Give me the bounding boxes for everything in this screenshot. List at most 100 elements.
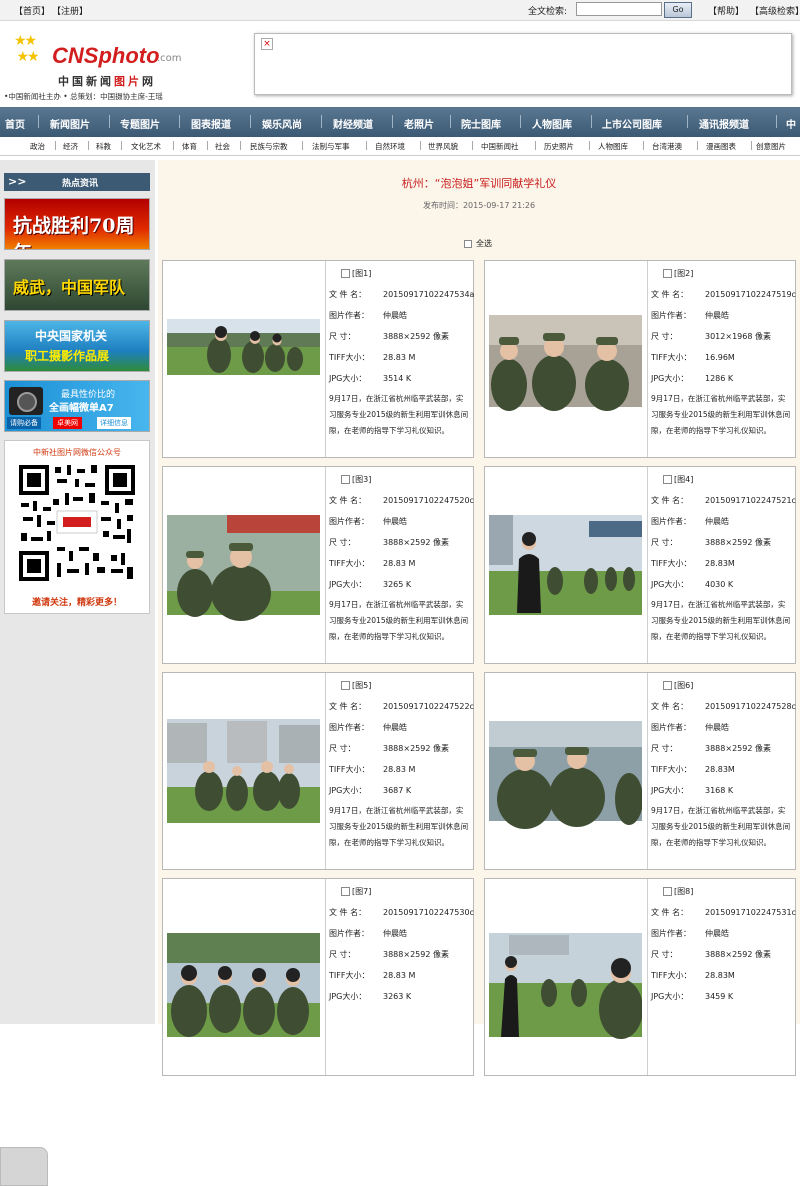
category-world[interactable]: 世界风貌: [428, 141, 458, 152]
ad-anti-war-victory[interactable]: 抗战胜利70周年: [4, 198, 150, 250]
photo-thumbnail[interactable]: [489, 275, 642, 440]
nav-item-special-photos[interactable]: 专题图片: [120, 116, 160, 131]
category-ethnic-religion[interactable]: 民族与宗教: [250, 141, 288, 152]
photo-dimensions: 3888×2592 像素: [383, 332, 449, 341]
floating-tab[interactable]: [0, 1147, 48, 1186]
tagline: •中国新闻社主办 • 总策划：中国摄协主席-王瑶: [4, 92, 163, 101]
category-history[interactable]: 历史照片: [544, 141, 574, 152]
photo-author: 仲晨皓: [383, 311, 407, 320]
photo-jpg-size: 3168 K: [705, 786, 734, 795]
photo-card: [图1] 文 件 名： 20150917102247534a 图片作者： 仲晨皓 尺…: [162, 260, 474, 458]
category-comics-charts[interactable]: 漫画图表: [706, 141, 736, 152]
photo-card: [图7] 文 件 名： 20150917102247530c 图片作者： 仲晨皓 尺…: [162, 878, 474, 1076]
home-link[interactable]: 【首页】: [14, 4, 50, 17]
photo-jpg-size: 1286 K: [705, 374, 734, 383]
category-culture-art[interactable]: 文化艺术: [131, 141, 161, 152]
photo-jpg-size: 3514 K: [383, 374, 412, 383]
photo-checkbox[interactable]: [341, 269, 350, 278]
category-law-military[interactable]: 法制与军事: [312, 141, 350, 152]
nav-divider: [776, 115, 777, 128]
photo-description: 9月17日，在浙江省杭州临平武装部，实习服务专业2015级的新生利用军训休息间隙…: [329, 600, 469, 641]
category-people[interactable]: 人物图库: [598, 141, 628, 152]
category-divider: [55, 141, 56, 150]
advanced-search-link[interactable]: 【高级检索】: [750, 4, 800, 17]
photo-checkbox[interactable]: [341, 887, 350, 896]
category-divider: [472, 141, 473, 150]
nav-divider: [450, 115, 451, 128]
category-nature[interactable]: 自然环境: [375, 141, 405, 152]
photo-description: 9月17日，在浙江省杭州临平武装部，实习服务专业2015级的新生利用军训休息间隙…: [651, 394, 791, 435]
category-creative[interactable]: 创意图片: [756, 141, 786, 152]
photo-checkbox[interactable]: [341, 681, 350, 690]
ad-details-button[interactable]: 详细信息: [97, 417, 131, 429]
category-divider: [302, 141, 303, 150]
select-all[interactable]: 全选: [464, 238, 492, 249]
nav-divider: [109, 115, 110, 128]
photo-card: [图3] 文 件 名： 20150917102247520c 图片作者： 仲晨皓 尺…: [162, 466, 474, 664]
photo-dimensions: 3012×1968 像素: [705, 332, 771, 341]
photo-checkbox[interactable]: [663, 475, 672, 484]
photo-thumbnail[interactable]: [489, 687, 642, 852]
photo-card: [图5] 文 件 名： 20150917102247522c 图片作者： 仲晨皓 尺…: [162, 672, 474, 870]
card-divider: [325, 261, 326, 457]
site-logo[interactable]: ★★ ★★ CNSphoto .com 中国新闻图片网: [14, 31, 214, 93]
nav-item-academicians[interactable]: 院士图库: [461, 116, 501, 131]
nav-item-more[interactable]: 中: [786, 116, 796, 131]
select-all-checkbox[interactable]: [464, 239, 472, 248]
photo-thumbnail[interactable]: [489, 481, 642, 646]
photo-info: [图3] 文 件 名： 20150917102247520c 图片作者： 仲晨皓 尺…: [329, 469, 474, 645]
photo-thumbnail[interactable]: [167, 893, 320, 1058]
ad-photo-exhibition[interactable]: 中央国家机关 职工摄影作品展: [4, 320, 150, 372]
ad-china-military[interactable]: 威武，中国军队: [4, 259, 150, 311]
category-cns[interactable]: 中国新闻社: [481, 141, 519, 152]
go-button[interactable]: Go: [664, 2, 692, 18]
photo-number[interactable]: [图5]: [352, 681, 371, 690]
nav-item-home[interactable]: 首页: [5, 116, 25, 131]
ad-camera[interactable]: 最具性价比的 全画幅微单A7 请购必备 卓美网 详细信息: [4, 380, 150, 432]
category-society[interactable]: 社会: [215, 141, 230, 152]
photo-checkbox[interactable]: [663, 681, 672, 690]
photo-filename: 20150917102247534a: [383, 290, 475, 299]
nav-item-people[interactable]: 人物图库: [532, 116, 572, 131]
category-politics[interactable]: 政治: [30, 141, 45, 152]
search-label: 全文检索:: [528, 7, 568, 17]
publish-time: 发布时间：2015-09-17 21:26: [422, 201, 536, 210]
nav-item-finance[interactable]: 财经频道: [333, 116, 373, 131]
photo-number[interactable]: [图3]: [352, 475, 371, 484]
category-taiwan-hk-macao[interactable]: 台湾港澳: [652, 141, 682, 152]
nav-item-listed-companies[interactable]: 上市公司图库: [602, 116, 662, 131]
photo-number[interactable]: [图6]: [674, 681, 693, 690]
nav-item-news-photos[interactable]: 新闻图片: [50, 116, 90, 131]
search-input[interactable]: [576, 2, 662, 16]
nav-item-entertainment[interactable]: 娱乐风尚: [262, 116, 302, 131]
logo-wordmark: CNSphoto: [52, 43, 160, 68]
photo-tiff-size: 28.83 M: [383, 353, 416, 362]
photo-checkbox[interactable]: [663, 269, 672, 278]
qr-title: 中新社图片网微信公众号: [33, 448, 121, 457]
photo-number[interactable]: [图7]: [352, 887, 371, 896]
photo-thumbnail[interactable]: [167, 275, 320, 440]
photo-author: 仲晨皓: [383, 517, 407, 526]
banner-ad[interactable]: ×: [254, 33, 792, 95]
category-divider: [643, 141, 644, 150]
photo-number[interactable]: [图8]: [674, 887, 693, 896]
nav-item-old-photos[interactable]: 老照片: [404, 116, 434, 131]
photo-number[interactable]: [图4]: [674, 475, 693, 484]
photo-thumbnail[interactable]: [167, 481, 320, 646]
nav-item-correspondents[interactable]: 通讯报频道: [699, 116, 749, 131]
photo-number[interactable]: [图1]: [352, 269, 371, 278]
qr-caption: 邀请关注，精彩更多！: [31, 598, 122, 608]
photo-checkbox[interactable]: [663, 887, 672, 896]
register-link[interactable]: 【注册】: [52, 4, 88, 17]
category-economy[interactable]: 经济: [63, 141, 78, 152]
category-sports[interactable]: 体育: [182, 141, 197, 152]
photo-thumbnail[interactable]: [167, 687, 320, 852]
double-arrow-icon: >>: [8, 175, 27, 188]
help-link[interactable]: 【帮助】: [708, 4, 744, 17]
photo-checkbox[interactable]: [341, 475, 350, 484]
nav-item-chart-reports[interactable]: 图表报道: [191, 116, 231, 131]
photo-number[interactable]: [图2]: [674, 269, 693, 278]
photo-thumbnail[interactable]: [489, 893, 642, 1058]
category-science-education[interactable]: 科教: [96, 141, 111, 152]
ad-text: 中央国家机关: [35, 329, 108, 343]
